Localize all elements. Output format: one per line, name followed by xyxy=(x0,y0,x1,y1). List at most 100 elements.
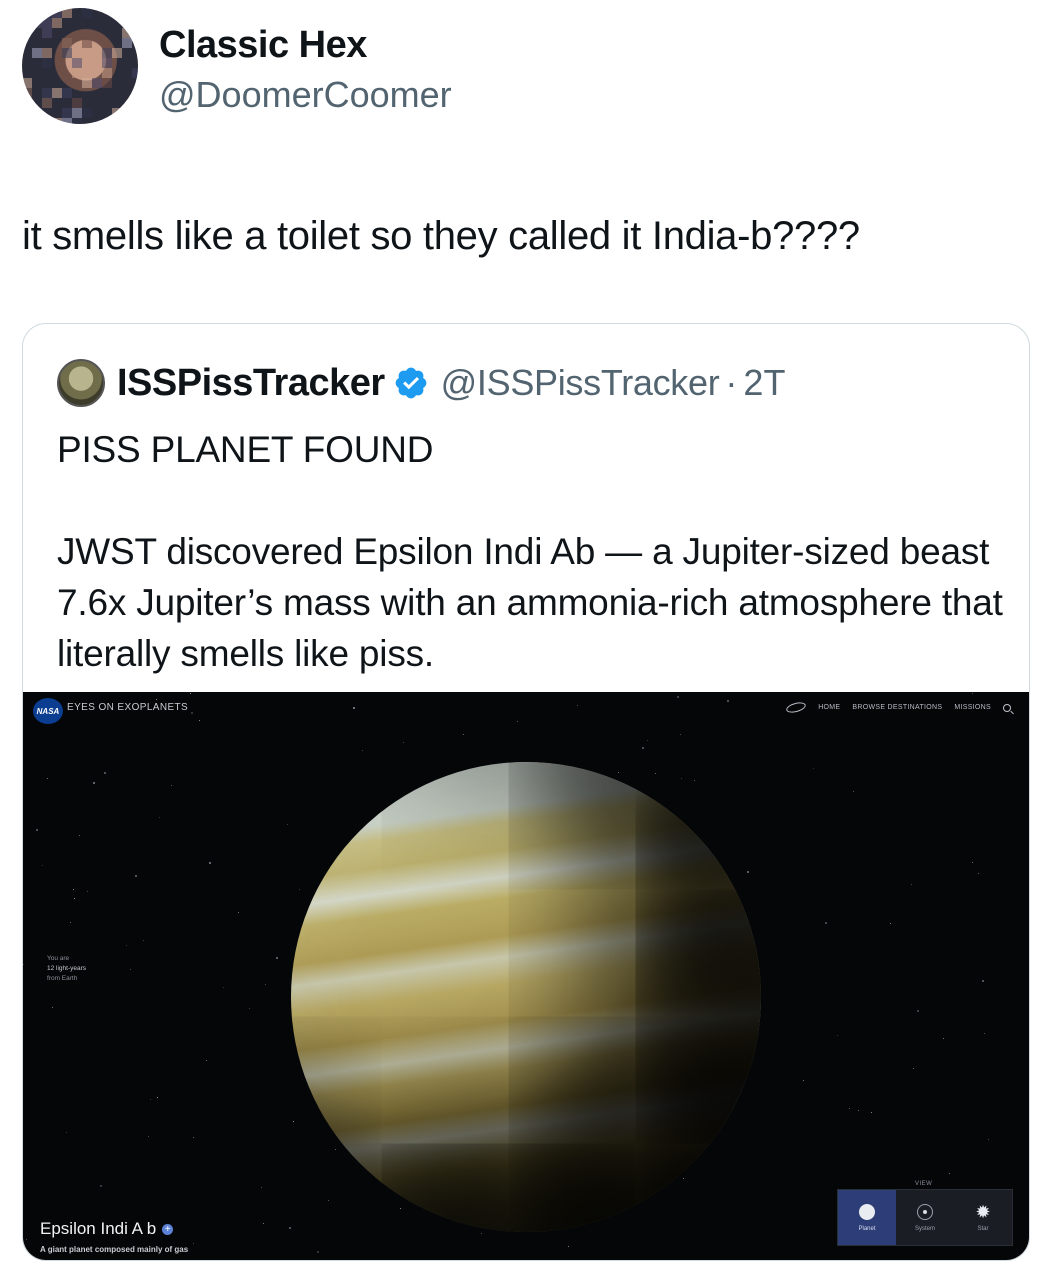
avatar-pixel xyxy=(32,18,42,28)
quoted-author-name[interactable]: ISSPissTracker xyxy=(117,362,385,405)
background-star xyxy=(52,1007,53,1008)
author-handle[interactable]: @DoomerCoomer xyxy=(159,74,452,116)
avatar-pixel xyxy=(42,28,52,38)
background-star xyxy=(642,747,644,749)
background-star xyxy=(362,750,363,751)
verified-badge-icon xyxy=(395,367,427,399)
background-star xyxy=(400,1208,401,1209)
background-star xyxy=(849,1108,850,1109)
background-star xyxy=(988,1139,989,1140)
background-star xyxy=(263,1223,264,1224)
avatar-pixel xyxy=(62,8,72,18)
background-star xyxy=(87,891,88,892)
background-star xyxy=(694,780,695,781)
avatar-pixel xyxy=(122,28,132,38)
background-star xyxy=(403,742,404,743)
background-star xyxy=(171,785,172,786)
planet-description: A giant planet composed mainly of gas xyxy=(40,1245,189,1254)
author-avatar[interactable] xyxy=(22,8,138,124)
background-star xyxy=(655,773,656,774)
background-star xyxy=(126,945,127,946)
nasa-logo[interactable]: NASA xyxy=(33,698,63,724)
info-plus-icon[interactable]: + xyxy=(162,1223,174,1235)
avatar-pixel xyxy=(42,98,52,108)
background-star xyxy=(66,1132,67,1133)
background-star xyxy=(353,707,355,709)
background-star xyxy=(335,1149,336,1150)
distance-line: from Earth xyxy=(47,975,78,982)
background-star xyxy=(299,889,300,890)
tweet-author: Classic Hex @DoomerCoomer xyxy=(22,8,722,128)
avatar-pixel xyxy=(42,8,52,18)
nav-missions[interactable]: MISSIONS xyxy=(954,704,991,711)
avatar-pixel xyxy=(42,58,52,68)
background-star xyxy=(568,1246,569,1247)
background-star xyxy=(42,865,43,866)
avatar-pixel xyxy=(62,38,72,48)
avatar-pixel xyxy=(52,8,62,18)
background-star xyxy=(47,778,48,779)
app-title[interactable]: EYES ON EXOPLANETS xyxy=(67,702,188,713)
quoted-author-avatar[interactable] xyxy=(57,359,105,407)
background-star xyxy=(677,696,679,698)
background-star xyxy=(984,1033,985,1034)
avatar-pixel xyxy=(22,88,32,98)
quoted-author-handle[interactable]: @ISSPissTracker xyxy=(441,362,720,404)
system-icon xyxy=(917,1203,933,1220)
avatar-pixel xyxy=(72,118,82,124)
planet-name: Epsilon Indi A b xyxy=(40,1219,157,1238)
view-system-button[interactable]: System xyxy=(896,1190,954,1245)
avatar-pixel xyxy=(132,98,138,108)
background-star xyxy=(917,1010,919,1012)
avatar-pixel xyxy=(62,88,72,98)
background-star xyxy=(206,1060,207,1061)
avatar-pixel xyxy=(52,18,62,28)
avatar-pixel xyxy=(82,78,92,88)
distance-readout: You are 12 light-years from Earth xyxy=(47,954,86,984)
background-star xyxy=(982,980,984,982)
author-name[interactable]: Classic Hex xyxy=(159,24,367,67)
background-star xyxy=(190,693,191,694)
avatar-pixel xyxy=(62,108,72,118)
background-star xyxy=(93,782,95,784)
background-star xyxy=(265,984,266,985)
search-icon[interactable] xyxy=(1003,703,1011,712)
avatar-pixel xyxy=(42,18,52,28)
avatar-pixel xyxy=(102,58,112,68)
nav-home[interactable]: HOME xyxy=(818,704,840,711)
background-star xyxy=(517,721,518,722)
view-option-label: System xyxy=(914,1225,935,1232)
background-star xyxy=(23,964,24,965)
background-star xyxy=(70,922,71,923)
background-star xyxy=(972,693,973,694)
avatar-pixel xyxy=(82,8,92,18)
view-star-button[interactable]: ✹ Star xyxy=(954,1190,1012,1245)
background-star xyxy=(156,699,157,700)
background-star xyxy=(193,1137,194,1138)
avatar-pixel xyxy=(72,58,82,68)
avatar-pixel xyxy=(62,118,72,124)
background-star xyxy=(317,1251,319,1253)
avatar-pixel xyxy=(132,18,138,28)
avatar-pixel xyxy=(92,78,102,88)
quoted-tweet-card[interactable]: ISSPissTracker @ISSPissTracker · 2T PISS… xyxy=(22,323,1030,1261)
view-planet-button[interactable]: Planet xyxy=(838,1190,896,1245)
planet-name-label: Epsilon Indi A b + xyxy=(40,1219,174,1239)
quoted-tweet-paragraph: PISS PLANET FOUND xyxy=(57,429,434,470)
background-star xyxy=(104,772,106,774)
view-switcher: Planet System ✹ Star xyxy=(837,1189,1013,1246)
background-star xyxy=(943,1038,944,1039)
quoted-tweet-image[interactable]: NASA EYES ON EXOPLANETS HOME BROWSE DEST… xyxy=(23,692,1029,1260)
view-option-label: Planet xyxy=(858,1225,876,1232)
quoted-tweet-timestamp[interactable]: 2T xyxy=(743,362,785,404)
avatar-pixel xyxy=(82,38,92,48)
home-orbit-icon xyxy=(785,700,808,715)
background-star xyxy=(618,772,619,773)
background-star xyxy=(223,987,224,988)
avatar-pixel xyxy=(32,118,42,124)
avatar-pixel xyxy=(112,108,122,118)
quoted-tweet-paragraph: JWST discovered Epsilon Indi Ab — a Jupi… xyxy=(57,531,1003,674)
background-star xyxy=(680,734,681,735)
nav-browse-destinations[interactable]: BROWSE DESTINATIONS xyxy=(852,704,942,711)
background-star xyxy=(681,778,682,779)
